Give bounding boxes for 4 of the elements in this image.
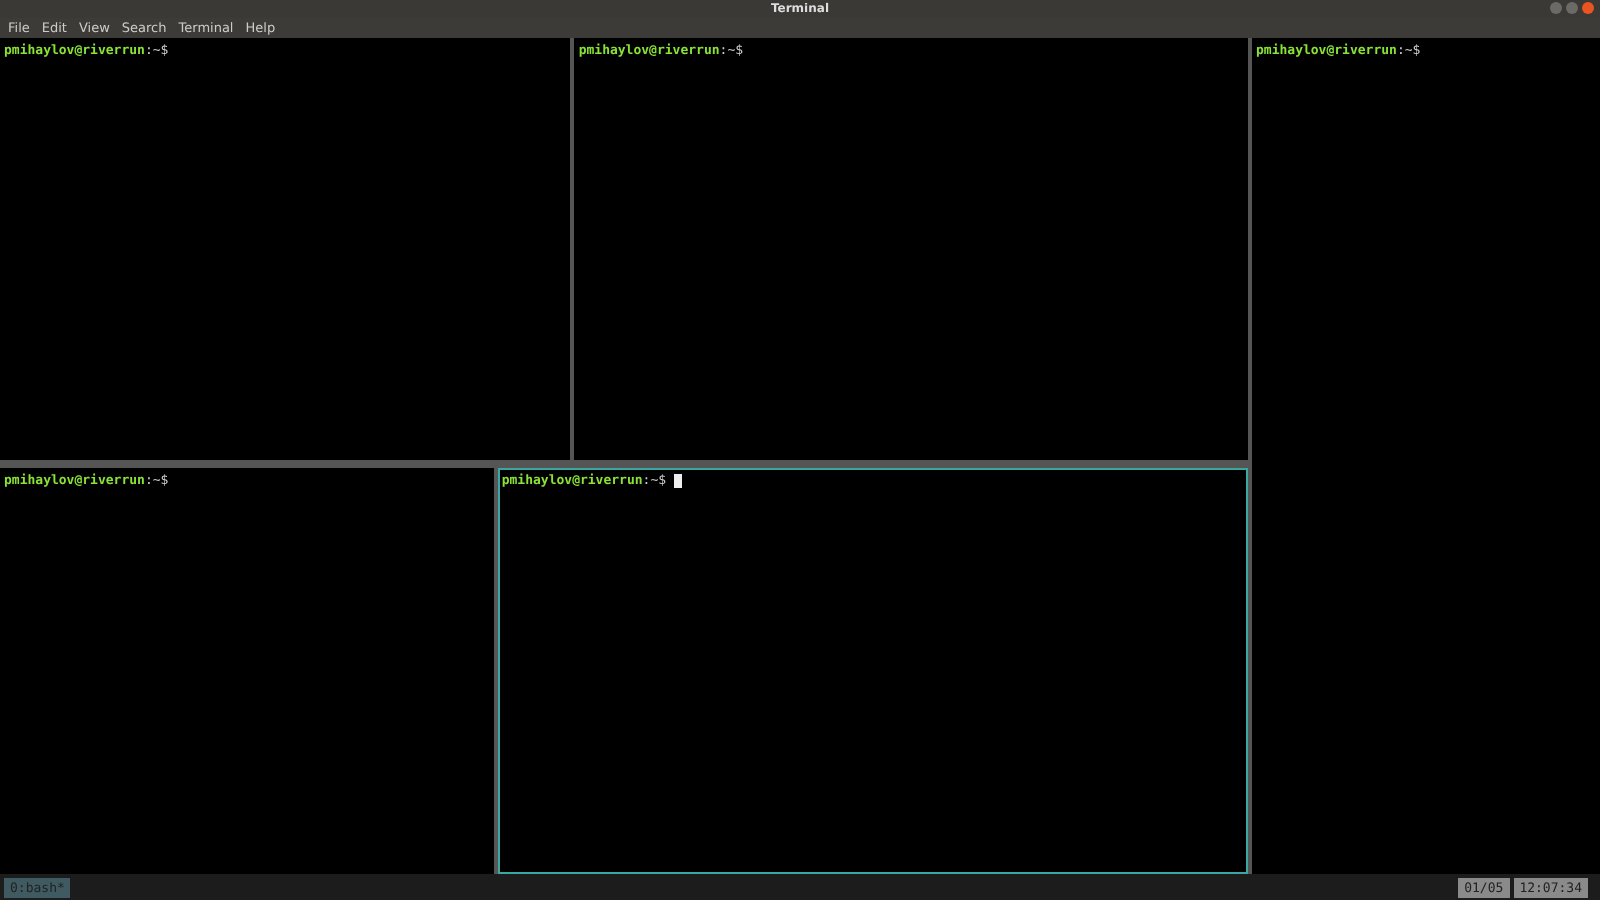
text-cursor [674,473,683,488]
close-button[interactable] [1582,2,1594,14]
maximize-button[interactable] [1566,2,1578,14]
minimize-button[interactable] [1550,2,1562,14]
